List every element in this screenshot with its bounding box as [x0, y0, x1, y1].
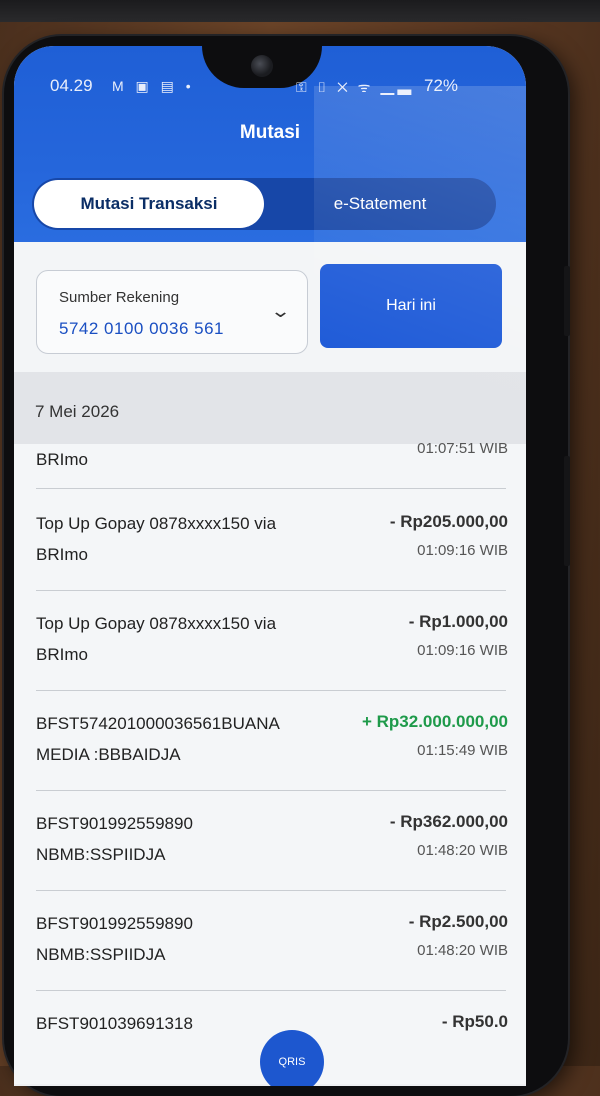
transaction-list[interactable]: BRImo 01:07:51 WIB Top Up Gopay 0878xxxx…: [14, 440, 526, 1084]
chevron-down-icon: ⌄: [269, 301, 292, 321]
tx-amount: - Rp362.000,00: [389, 812, 508, 831]
account-label: Sumber Rekening: [59, 289, 180, 306]
tx-time: 01:09:16 WIB: [417, 542, 508, 559]
tx-time: 01:48:20 WIB: [417, 942, 508, 959]
tx-desc-line-2: NBMB:SSPIIDJA: [36, 845, 166, 864]
tx-desc-line-2: BRImo: [36, 545, 88, 564]
tx-desc: BFST901992559890 NBMB:SSPIIDJA: [36, 908, 336, 970]
status-time: 04.29: [50, 76, 93, 95]
tx-amount: - Rp50.0: [441, 1012, 508, 1031]
tab-bar: Mutasi Transaksi e-Statement: [32, 178, 496, 230]
tx-desc-line-1: BFST574201000036561BUANA: [36, 714, 280, 733]
volume-button: [564, 266, 570, 336]
period-button[interactable]: Hari ini: [320, 264, 502, 348]
tx-desc-line-1: BFST901992559890: [36, 914, 193, 933]
tx-desc: Top Up Gopay 0878xxxx150 via BRImo: [36, 608, 336, 670]
tx-time: 01:15:49 WIB: [417, 742, 508, 759]
tx-time: 01:09:16 WIB: [417, 642, 508, 659]
tx-desc-line-1: Top Up Gopay 0878xxxx150 via: [36, 614, 277, 633]
page-title: Mutasi: [239, 122, 301, 143]
divider: [36, 488, 506, 489]
tx-desc-line-2: BRImo: [36, 645, 88, 664]
app-header: 04.29 M ▣ ▤ • ⚿ ▯ ✕ ᯤ ▁▃ 72% Mutasi Muta…: [14, 46, 526, 246]
power-button: [564, 456, 570, 566]
battery-level: 72%: [424, 76, 459, 95]
desk-edge: [0, 0, 600, 22]
tx-desc-line-2: NBMB:SSPIIDJA: [36, 945, 166, 964]
tx-desc: BFST574201000036561BUANA MEDIA :BBBAIDJA: [36, 708, 356, 770]
tx-desc-line-1: BFST901992559890: [36, 814, 193, 833]
tx-amount: - Rp2.500,00: [408, 912, 508, 931]
system-icons: ⚿ ▯ ✕ ᯤ ▁▃: [296, 79, 415, 95]
divider: [36, 990, 506, 991]
tx-desc-line-2: MEDIA :BBBAIDJA: [36, 745, 181, 764]
tx-desc-line-2: BRImo: [36, 450, 88, 469]
account-number: 5742 0100 0036 561: [59, 319, 224, 338]
account-select[interactable]: Sumber Rekening 5742 0100 0036 561 ⌄: [36, 270, 308, 354]
tab-e-statement[interactable]: e-Statement: [266, 180, 494, 228]
tx-time: 01:48:20 WIB: [417, 842, 508, 859]
date-label: 7 Mei 2026: [35, 402, 120, 421]
tx-time: 01:07:51 WIB: [417, 440, 508, 457]
tab-mutasi-transaksi[interactable]: Mutasi Transaksi: [34, 180, 264, 228]
notification-icons: M ▣ ▤ •: [112, 78, 195, 94]
tx-amount: + Rp32.000.000,00: [361, 712, 508, 731]
tx-amount: - Rp205.000,00: [389, 512, 508, 531]
tx-desc: BFST901992559890 NBMB:SSPIIDJA: [36, 808, 336, 870]
divider: [36, 890, 506, 891]
tx-amount: - Rp1.000,00: [408, 612, 508, 631]
qris-scan-button[interactable]: QRIS: [260, 1030, 324, 1086]
divider: [36, 690, 506, 691]
divider: [36, 590, 506, 591]
phone-screen: 04.29 M ▣ ▤ • ⚿ ▯ ✕ ᯤ ▁▃ 72% Mutasi Muta…: [14, 46, 526, 1086]
divider: [36, 790, 506, 791]
tx-desc-line-1: Top Up Gopay 0878xxxx150 via: [36, 514, 277, 533]
tx-desc: Top Up Gopay 0878xxxx150 via BRImo: [36, 508, 336, 570]
date-header: 7 Mei 2026: [14, 372, 526, 444]
camera-icon: [251, 55, 273, 77]
